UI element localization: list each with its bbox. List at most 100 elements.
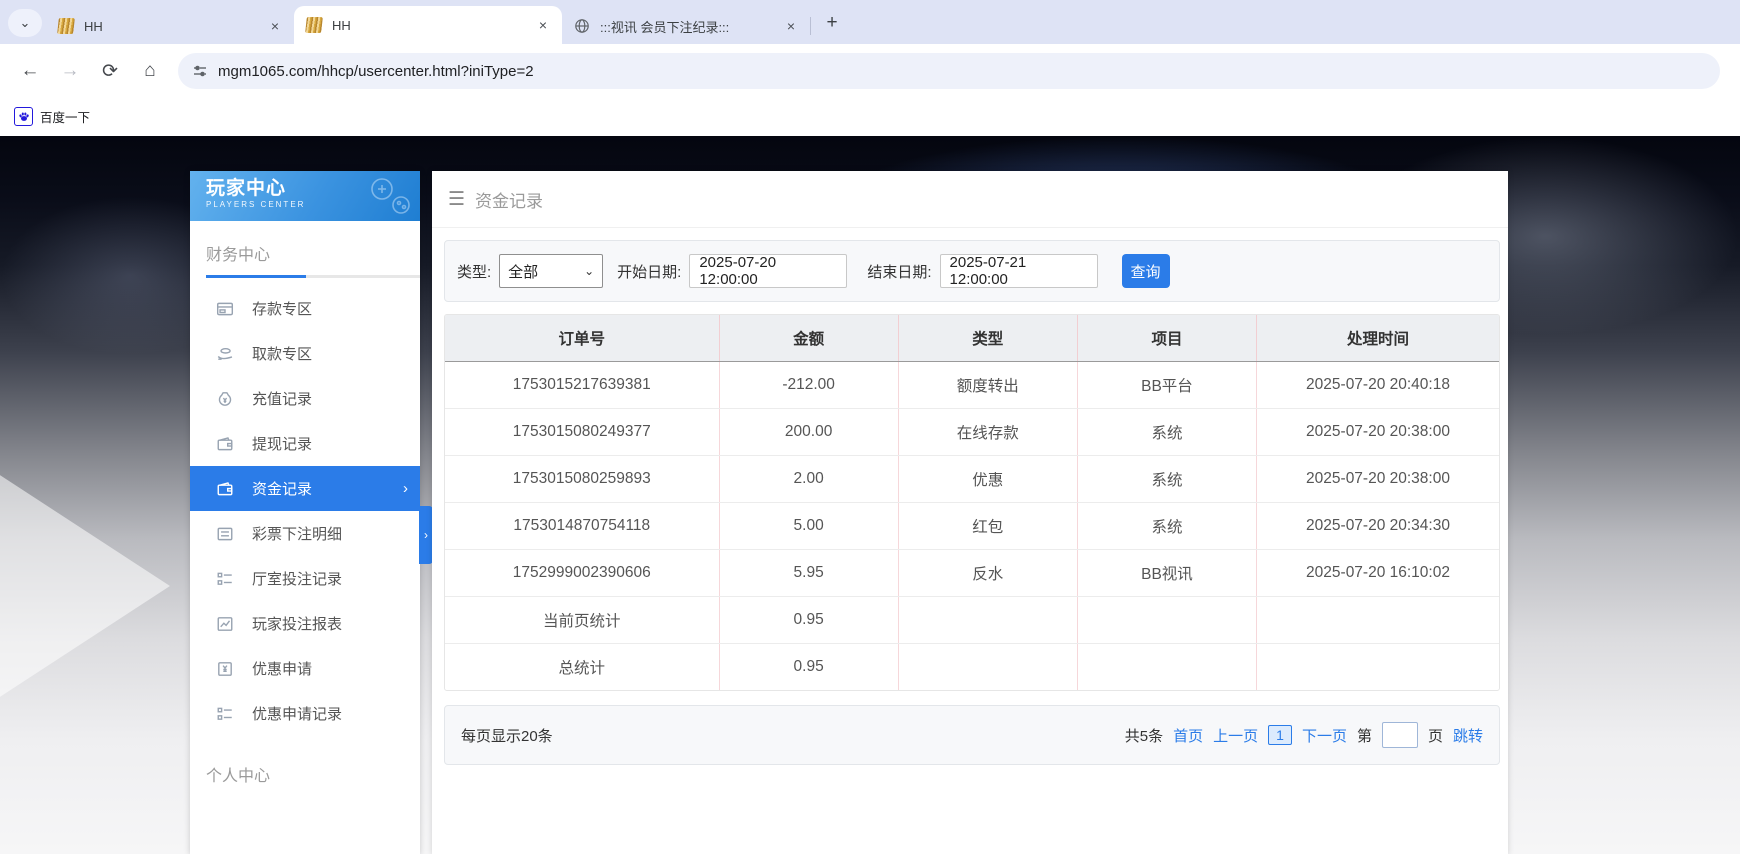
table-cell: 1753015080259893 <box>445 456 719 503</box>
table-cell: 0.95 <box>719 597 898 644</box>
sidebar-menu: 存款专区取款专区充值记录提现记录资金记录›彩票下注明细厅室投注记录玩家投注报表优… <box>190 278 420 736</box>
table-cell: 200.00 <box>719 409 898 456</box>
table-body: 1753015217639381-212.00额度转出BB平台2025-07-2… <box>445 362 1499 691</box>
home-icon[interactable]: ⌂ <box>133 54 167 88</box>
page-jump-input[interactable] <box>1382 722 1418 748</box>
first-page-link[interactable]: 首页 <box>1173 725 1203 746</box>
table-cell <box>898 644 1077 691</box>
table-cell: -212.00 <box>719 362 898 409</box>
start-date-label: 开始日期: <box>617 261 681 282</box>
pagination-controls: 共5条 首页 上一页 1 下一页 第 页 跳转 <box>1125 722 1483 748</box>
table-cell: 额度转出 <box>898 362 1077 409</box>
bookmark-label: 百度一下 <box>40 107 90 126</box>
reload-icon[interactable]: ⟳ <box>93 54 127 88</box>
table-row: 当前页统计0.95 <box>445 597 1499 644</box>
wallet-icon <box>216 435 234 453</box>
sidebar-item-label: 提现记录 <box>252 433 312 454</box>
next-page-link[interactable]: 下一页 <box>1302 725 1347 746</box>
close-icon[interactable]: × <box>534 16 552 34</box>
sidebar-item-label: 玩家投注报表 <box>252 613 342 634</box>
table-header-cell: 金额 <box>719 315 898 362</box>
jump-link[interactable]: 跳转 <box>1453 725 1483 746</box>
total-count: 共5条 <box>1125 725 1163 746</box>
table-header-cell: 类型 <box>898 315 1077 362</box>
bookmark-baidu[interactable]: 百度一下 <box>14 107 90 126</box>
sidebar-item-玩家投注报表[interactable]: 玩家投注报表 <box>190 601 420 646</box>
close-icon[interactable]: × <box>782 17 800 35</box>
pagination-bar: 每页显示20条 共5条 首页 上一页 1 下一页 第 页 跳转 <box>444 705 1500 765</box>
type-select-value: 全部 <box>508 261 538 282</box>
page-prefix: 第 <box>1357 725 1372 746</box>
browser-window: ⌄ HH×HH×:::视讯 会员下注纪录:::× + ← → ⟳ ⌂ mgm10… <box>0 0 1740 854</box>
prev-page-link[interactable]: 上一页 <box>1213 725 1258 746</box>
table-cell <box>898 597 1077 644</box>
sidebar-item-充值记录[interactable]: 充值记录 <box>190 376 420 421</box>
sidebar-item-存款专区[interactable]: 存款专区 <box>190 286 420 331</box>
table-cell: 当前页统计 <box>445 597 719 644</box>
browser-tab-2[interactable]: HH× <box>294 6 562 44</box>
sidebar-item-label: 优惠申请 <box>252 658 312 679</box>
hamburger-icon[interactable]: ☰ <box>448 188 465 211</box>
table-header-cell: 处理时间 <box>1257 315 1499 362</box>
table-cell: 2025-07-20 16:10:02 <box>1257 550 1499 597</box>
tab-search-button[interactable]: ⌄ <box>8 9 42 37</box>
page-title: 资金记录 <box>475 187 543 212</box>
hall-list-icon <box>216 570 234 588</box>
current-page-badge: 1 <box>1268 725 1292 745</box>
new-tab-button[interactable]: + <box>818 9 846 37</box>
table-cell <box>1077 597 1256 644</box>
table-cell: 1753014870754118 <box>445 503 719 550</box>
browser-tab-1[interactable]: HH× <box>46 8 294 44</box>
sidebar-collapse-handle[interactable]: › <box>419 506 433 564</box>
table-cell: 2025-07-20 20:40:18 <box>1257 362 1499 409</box>
table-cell: 系统 <box>1077 409 1256 456</box>
withdraw-hand-icon <box>216 345 234 363</box>
chevron-down-icon: ⌄ <box>20 15 31 31</box>
sidebar-item-label: 厅室投注记录 <box>252 568 342 589</box>
back-icon[interactable]: ← <box>13 54 47 88</box>
backdrop-triangle <box>0 436 170 736</box>
sidebar-item-厅室投注记录[interactable]: 厅室投注记录 <box>190 556 420 601</box>
sidebar-item-label: 资金记录 <box>252 478 312 499</box>
site-settings-icon[interactable] <box>192 63 208 79</box>
browser-tab-3[interactable]: :::视讯 会员下注纪录:::× <box>562 8 810 44</box>
table-row: 1753015080249377200.00在线存款系统2025-07-20 2… <box>445 409 1499 456</box>
chevron-right-icon: › <box>403 480 408 497</box>
page-background: 玩家中心 PLAYERS CENTER 财务中心 存款专区取款专区充值记录提现记… <box>0 136 1740 854</box>
table-cell: 优惠 <box>898 456 1077 503</box>
table-cell: 红包 <box>898 503 1077 550</box>
table-header-cell: 订单号 <box>445 315 719 362</box>
forward-icon[interactable]: → <box>53 54 87 88</box>
sidebar-item-提现记录[interactable]: 提现记录 <box>190 421 420 466</box>
deposit-card-icon <box>216 300 234 318</box>
page-suffix: 页 <box>1428 725 1443 746</box>
per-page-text: 每页显示20条 <box>461 725 553 746</box>
table-header-cell: 项目 <box>1077 315 1256 362</box>
sidebar-item-优惠申请[interactable]: 优惠申请 <box>190 646 420 691</box>
report-chart-icon <box>216 615 234 633</box>
sidebar-item-取款专区[interactable]: 取款专区 <box>190 331 420 376</box>
lottery-list-icon <box>216 525 234 543</box>
end-date-input[interactable]: 2025-07-21 12:00:00 <box>940 254 1098 288</box>
start-date-input[interactable]: 2025-07-20 12:00:00 <box>689 254 847 288</box>
type-select[interactable]: 全部 ⌄ <box>499 254 603 288</box>
sidebar-item-资金记录[interactable]: 资金记录 › <box>190 466 420 511</box>
moneybag-icon <box>216 390 234 408</box>
table-cell: 0.95 <box>719 644 898 691</box>
table-cell <box>1257 644 1499 691</box>
section-underline <box>206 275 420 278</box>
url-bar[interactable]: mgm1065.com/hhcp/usercenter.html?iniType… <box>178 53 1720 89</box>
chevron-right-icon: › <box>424 528 428 542</box>
sidebar-item-优惠申请记录[interactable]: 优惠申请记录 <box>190 691 420 736</box>
search-button[interactable]: 查询 <box>1122 254 1170 288</box>
sidebar-item-label: 取款专区 <box>252 343 312 364</box>
table-row: 1753015217639381-212.00额度转出BB平台2025-07-2… <box>445 362 1499 409</box>
table-row: 总统计0.95 <box>445 644 1499 691</box>
close-icon[interactable]: × <box>266 17 284 35</box>
table-cell: 1752999002390606 <box>445 550 719 597</box>
sidebar-item-彩票下注明细[interactable]: 彩票下注明细 <box>190 511 420 556</box>
table-cell: 在线存款 <box>898 409 1077 456</box>
content-panel: ☰ 资金记录 类型: 全部 ⌄ 开始日期: 2025-07-20 12:00:0… <box>432 171 1508 854</box>
table-cell: 2025-07-20 20:34:30 <box>1257 503 1499 550</box>
gamepad-icon <box>368 175 412 220</box>
